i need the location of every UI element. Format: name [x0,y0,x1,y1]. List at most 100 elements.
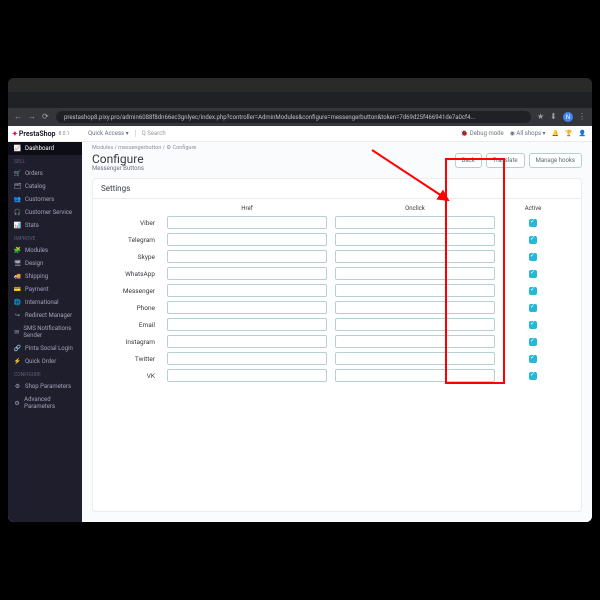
manage-hooks-button[interactable]: Manage hooks [529,153,582,168]
sidebar-item-pinta-social-login[interactable]: 🔗Pinta Social Login [8,342,82,355]
international-icon: 🌐 [14,299,21,306]
shop-parameters-icon: ⚙ [14,383,21,390]
sidebar-item-advanced-parameters[interactable]: ⚙Advanced Parameters [8,393,82,413]
onclick-input[interactable] [335,267,495,280]
search-input[interactable]: Q Search [135,130,455,137]
notifications-icon[interactable]: 🔔 [552,130,559,137]
href-input[interactable] [167,250,327,263]
href-input[interactable] [167,369,327,382]
sidebar-item-payment[interactable]: 💳Payment [8,283,82,296]
pinta-social-login-icon: 🔗 [14,345,21,352]
onclick-input[interactable] [335,301,495,314]
extension-icon[interactable]: ★ [537,113,545,121]
col-onclick: Onclick [335,205,495,212]
sidebar-item-quick-order[interactable]: ⚡Quick Order [8,355,82,368]
active-checkbox[interactable] [529,321,537,329]
onclick-input[interactable] [335,352,495,365]
panel-heading: Settings [93,179,581,199]
window-titlebar [8,78,592,92]
settings-panel: Settings Href Onclick Active ViberTelegr… [92,178,582,512]
active-checkbox[interactable] [529,304,537,312]
sidebar-item-catalog[interactable]: 🗂Catalog [8,180,82,193]
trophy-icon[interactable]: 🏆 [565,130,572,137]
logo-icon: ✦ [12,130,18,138]
sidebar-item-orders[interactable]: 🛒Orders [8,167,82,180]
row-label: Messenger [99,287,159,295]
table-row: VK [99,367,575,384]
url-field[interactable]: prestashop8.pixy.pro/admin6088f8dn66ec3g… [56,111,531,123]
onclick-input[interactable] [335,233,495,246]
sidebar-item-stats[interactable]: 📊Stats [8,219,82,232]
sidebar-item-customers[interactable]: 👥Customers [8,193,82,206]
breadcrumb: Modules / messengerbutton / ⚙ Configure [82,142,592,151]
col-href: Href [167,205,327,212]
sidebar-item-shipping[interactable]: 🚚Shipping [8,270,82,283]
active-checkbox[interactable] [529,270,537,278]
address-bar: ← → ⟳ prestashop8.pixy.pro/admin6088f8dn… [8,108,592,126]
sidebar-section-label: CONFIGURE [8,368,82,380]
href-input[interactable] [167,335,327,348]
href-input[interactable] [167,233,327,246]
modules-icon: 🧩 [14,247,21,254]
onclick-input[interactable] [335,216,495,229]
page-title: Configure [92,153,144,165]
table-row: Email [99,316,575,333]
href-input[interactable] [167,216,327,229]
orders-icon: 🛒 [14,170,21,177]
profile-avatar[interactable]: N [563,112,573,122]
href-input[interactable] [167,284,327,297]
table-row: WhatsApp [99,265,575,282]
href-input[interactable] [167,352,327,365]
sidebar-section-label: SELL [8,155,82,167]
quick-access[interactable]: Quick Access ▾ [88,130,129,137]
active-checkbox[interactable] [529,355,537,363]
active-checkbox[interactable] [529,338,537,346]
row-label: Email [99,321,159,329]
sidebar-section-label: IMPROVE [8,232,82,244]
sidebar-item-international[interactable]: 🌐International [8,296,82,309]
active-checkbox[interactable] [529,287,537,295]
sidebar-item-dashboard[interactable]: 📈 Dashboard [8,142,82,155]
payment-icon: 💳 [14,286,21,293]
brand-logo[interactable]: ✦ PrestaShop 8.0.1 [8,126,82,142]
sidebar-item-shop-parameters[interactable]: ⚙Shop Parameters [8,380,82,393]
sidebar-item-design[interactable]: 🖥Design [8,257,82,270]
onclick-input[interactable] [335,335,495,348]
debug-mode-toggle[interactable]: 🐞 Debug mode [461,130,504,137]
table-row: Messenger [99,282,575,299]
table-row: Phone [99,299,575,316]
row-label: VK [99,372,159,380]
active-checkbox[interactable] [529,236,537,244]
sidebar-item-redirect-manager[interactable]: ↪Redirect Manager [8,309,82,322]
download-icon[interactable]: ⬇ [550,113,558,121]
app-root: ✦ PrestaShop 8.0.1 📈 Dashboard SELL🛒Orde… [8,126,592,522]
nav-forward-icon[interactable]: → [28,113,36,121]
href-input[interactable] [167,267,327,280]
sidebar: ✦ PrestaShop 8.0.1 📈 Dashboard SELL🛒Orde… [8,126,82,522]
quick-order-icon: ⚡ [14,358,21,365]
row-label: Phone [99,304,159,312]
url-text: prestashop8.pixy.pro/admin6088f8dn66ec3g… [64,114,475,121]
shop-selector[interactable]: ◉ All shops ▾ [510,130,546,137]
table-row: Viber [99,214,575,231]
onclick-input[interactable] [335,284,495,297]
active-checkbox[interactable] [529,372,537,380]
sidebar-item-customer-service[interactable]: 🎧Customer Service [8,206,82,219]
menu-icon[interactable]: ⋮ [578,113,586,121]
href-input[interactable] [167,301,327,314]
onclick-input[interactable] [335,318,495,331]
account-icon[interactable]: 👤 [579,130,586,137]
onclick-input[interactable] [335,369,495,382]
translate-button[interactable]: Translate [486,153,525,168]
sidebar-item-modules[interactable]: 🧩Modules [8,244,82,257]
active-checkbox[interactable] [529,253,537,261]
nav-reload-icon[interactable]: ⟳ [42,113,50,121]
table-row: Twitter [99,350,575,367]
design-icon: 🖥 [14,260,21,267]
href-input[interactable] [167,318,327,331]
onclick-input[interactable] [335,250,495,263]
sidebar-item-sms-notifications-sender[interactable]: ✉SMS Notifications Sender [8,322,82,342]
back-button[interactable]: Back [455,153,482,168]
nav-back-icon[interactable]: ← [14,113,22,121]
active-checkbox[interactable] [529,219,537,227]
